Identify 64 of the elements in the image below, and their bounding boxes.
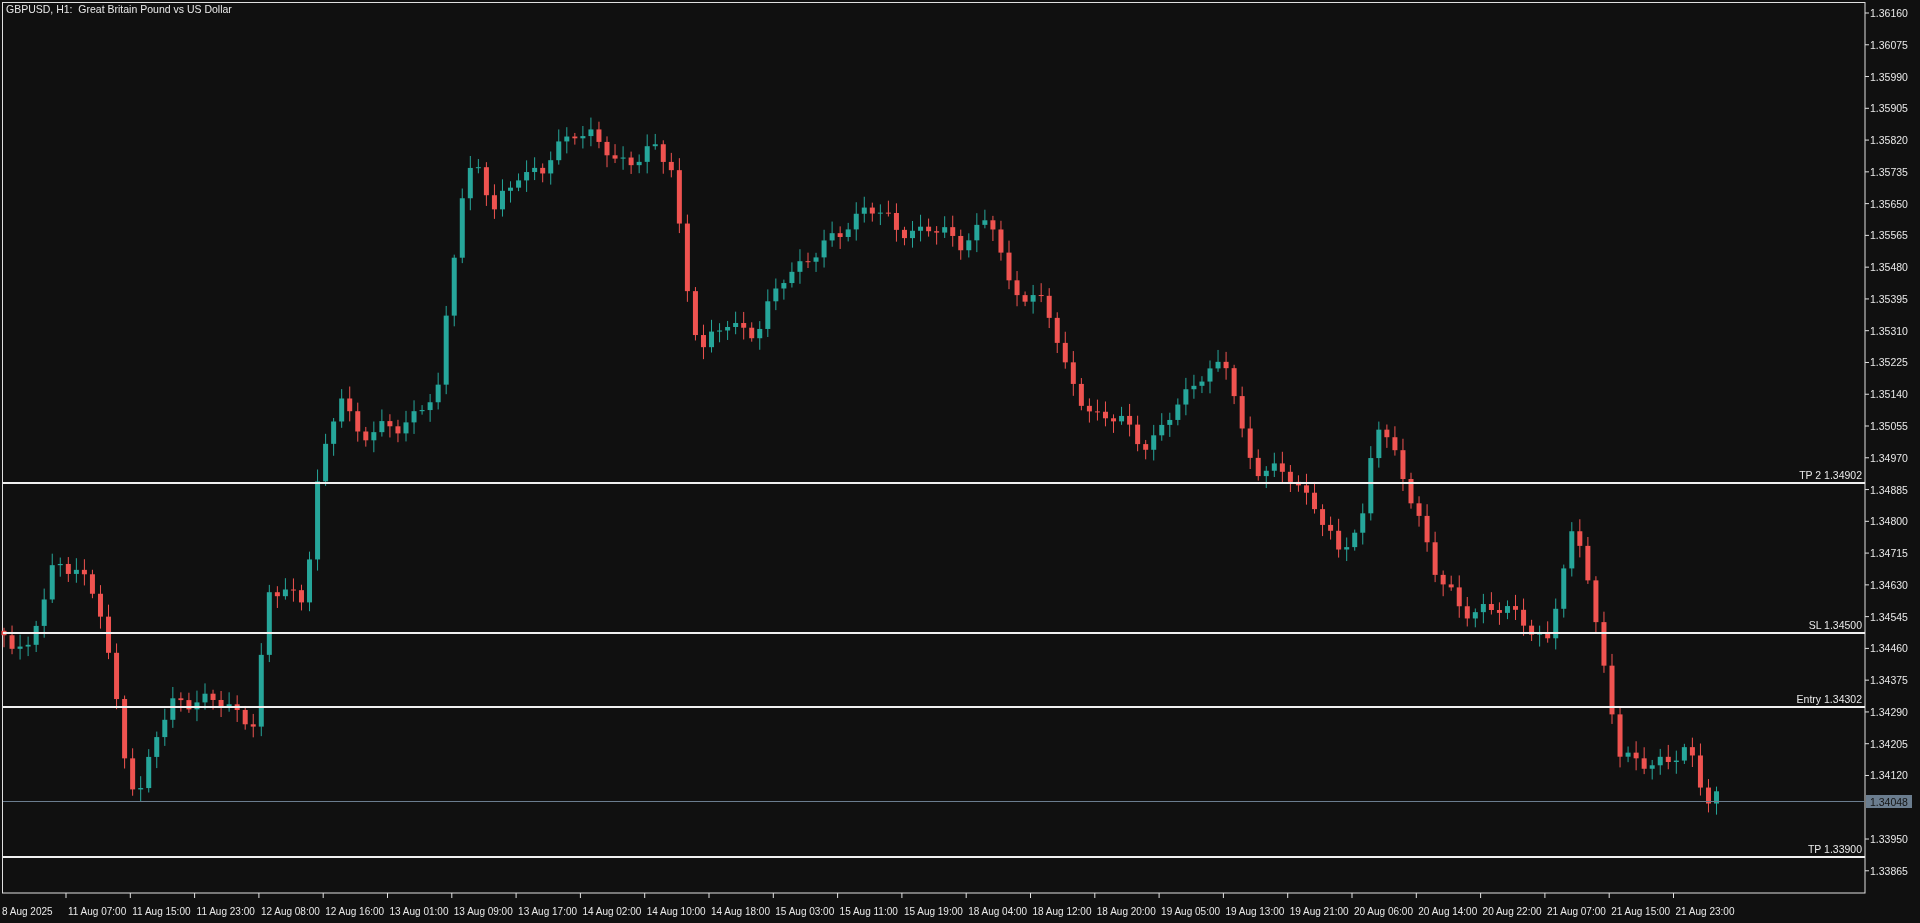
price-axis-label: 1.35480	[1870, 261, 1908, 274]
time-axis-label: 20 Aug 22:00	[1482, 906, 1542, 917]
price-axis-label: 1.34290	[1870, 705, 1908, 718]
price-axis-label: 1.35650	[1870, 197, 1908, 210]
price-axis-label: 1.36075	[1870, 38, 1908, 51]
price-axis-label: 1.34885	[1870, 483, 1908, 496]
level-label: TP 1.33900	[1807, 843, 1862, 855]
price-axis-label: 1.34120	[1870, 769, 1908, 782]
price-axis-label: 1.35565	[1870, 229, 1908, 242]
chart-title: GBPUSD, H1: Great Britain Pound vs US Dollar	[6, 3, 232, 15]
time-axis-label: 21 Aug 15:00	[1611, 906, 1671, 917]
time-axis-label: 18 Aug 04:00	[968, 906, 1028, 917]
time-axis-label: 15 Aug 03:00	[775, 906, 835, 917]
price-axis-label: 1.34630	[1870, 578, 1908, 591]
time-axis-label: 14 Aug 18:00	[711, 906, 770, 917]
price-axis-label: 1.34545	[1870, 610, 1908, 623]
price-axis-label: 1.35735	[1870, 165, 1908, 178]
price-axis-label: 1.34460	[1870, 642, 1908, 655]
time-axis-label: 19 Aug 05:00	[1161, 906, 1221, 917]
time-axis-label: 12 Aug 16:00	[325, 906, 385, 917]
price-axis-label: 1.34375	[1870, 674, 1908, 687]
price-axis-label: 1.35905	[1870, 102, 1908, 115]
level-line[interactable]	[2, 856, 1866, 858]
time-axis-label: 15 Aug 11:00	[839, 906, 898, 917]
price-axis-label: 1.34800	[1870, 515, 1908, 528]
price-axis-label: 1.34205	[1870, 737, 1908, 750]
level-label: Entry 1.34302	[1796, 693, 1862, 705]
time-axis-label: 11 Aug 15:00	[132, 906, 191, 917]
time-axis-label: 8 Aug 2025	[2, 906, 53, 917]
price-axis-label: 1.35395	[1870, 292, 1908, 305]
time-axis-label: 12 Aug 08:00	[260, 906, 320, 917]
price-axis-label: 1.35225	[1870, 356, 1908, 369]
time-axis-label: 19 Aug 13:00	[1225, 906, 1285, 917]
current-price-tag: 1.34048	[1866, 795, 1912, 808]
price-axis-label: 1.33950	[1870, 833, 1908, 845]
level-line[interactable]	[2, 706, 1866, 708]
price-axis-label: 1.36160	[1870, 7, 1908, 19]
time-axis-label: 21 Aug 07:00	[1546, 906, 1606, 917]
time-axis-label: 11 Aug 07:00	[68, 906, 127, 917]
price-axis-label: 1.34715	[1870, 547, 1908, 560]
time-axis-label: 20 Aug 14:00	[1418, 906, 1478, 917]
price-axis-label: 1.35820	[1870, 134, 1908, 147]
level-line[interactable]	[2, 482, 1866, 484]
price-axis-label: 1.35990	[1870, 70, 1908, 83]
price-axis-label: 1.35055	[1870, 420, 1908, 432]
time-axis-label: 13 Aug 09:00	[453, 906, 513, 917]
price-axis-label: 1.33865	[1870, 864, 1908, 877]
level-line[interactable]	[2, 632, 1866, 634]
time-axis-label: 13 Aug 01:00	[389, 906, 449, 917]
time-axis-label: 13 Aug 17:00	[518, 906, 578, 917]
level-label: TP 2 1.34902	[1799, 469, 1862, 481]
time-axis-label: 20 Aug 06:00	[1354, 906, 1413, 917]
time-axis-label: 14 Aug 02:00	[582, 906, 642, 917]
price-axis-label: 1.35140	[1870, 388, 1908, 401]
time-axis-label: 21 Aug 23:00	[1675, 906, 1735, 917]
time-axis-label: 18 Aug 12:00	[1032, 906, 1092, 917]
time-axis-label: 19 Aug 21:00	[1289, 906, 1349, 917]
level-label: SL 1.34500	[1808, 619, 1862, 631]
time-axis-label: 11 Aug 23:00	[196, 906, 255, 917]
time-axis-label: 14 Aug 10:00	[646, 906, 706, 917]
time-axis-label: 18 Aug 20:00	[1096, 906, 1156, 917]
price-axis-label: 1.35310	[1870, 324, 1908, 337]
price-axis-label: 1.34970	[1870, 451, 1908, 464]
time-axis-label: 15 Aug 19:00	[903, 906, 963, 917]
